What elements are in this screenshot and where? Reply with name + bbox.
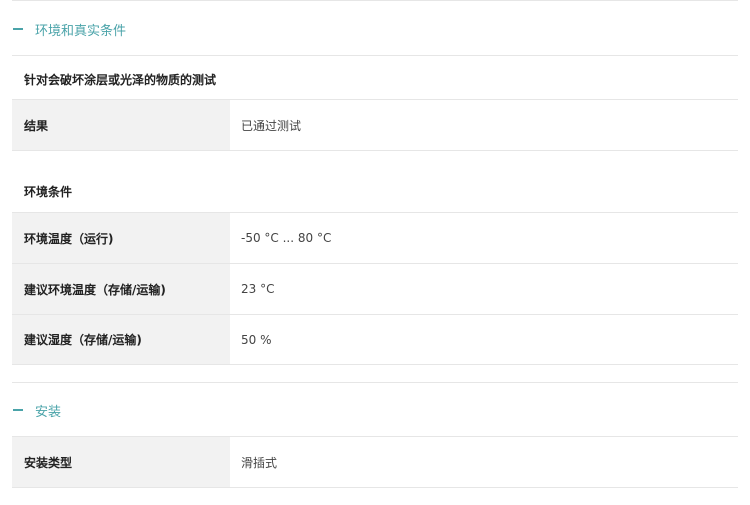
section-title: 安装	[35, 404, 62, 420]
spec-row-storage-temp: 建议环境温度（存储/运输) 23 °C	[12, 264, 738, 315]
spec-value: 滑插式	[241, 455, 278, 470]
spec-value: 50 %	[241, 332, 272, 347]
spec-label: 安装类型	[12, 437, 230, 487]
section-title: 环境和真实条件	[35, 23, 127, 39]
spec-row-ambient-temp: 环境温度（运行) -50 °C ... 80 °C	[12, 213, 738, 264]
spec-page: 环境和真实条件 针对会破坏涂层或光泽的物质的测试 结果 已通过测试 环境条件 环…	[0, 0, 750, 505]
minus-icon[interactable]	[13, 28, 23, 30]
spec-row-result: 结果 已通过测试	[12, 100, 738, 151]
divider	[12, 55, 738, 56]
spec-value: -50 °C ... 80 °C	[241, 231, 332, 245]
divider	[12, 0, 738, 1]
spec-row-mounting-type: 安装类型 滑插式	[12, 437, 738, 488]
spec-value: 已通过测试	[241, 118, 302, 133]
minus-icon[interactable]	[13, 409, 23, 411]
spec-row-storage-humidity: 建议湿度（存储/运输) 50 %	[12, 315, 738, 365]
spec-label: 建议湿度（存储/运输)	[12, 315, 230, 364]
spec-label: 结果	[12, 100, 230, 150]
spec-label: 建议环境温度（存储/运输)	[12, 264, 230, 314]
section-header-environment[interactable]: 环境和真实条件	[12, 2, 738, 56]
group-title-coating-test: 针对会破坏涂层或光泽的物质的测试	[24, 73, 217, 87]
section-header-installation[interactable]: 安装	[12, 383, 738, 437]
spec-label: 环境温度（运行)	[12, 213, 230, 263]
spec-value: 23 °C	[241, 282, 275, 296]
group-title-environment-conditions: 环境条件	[24, 185, 73, 199]
